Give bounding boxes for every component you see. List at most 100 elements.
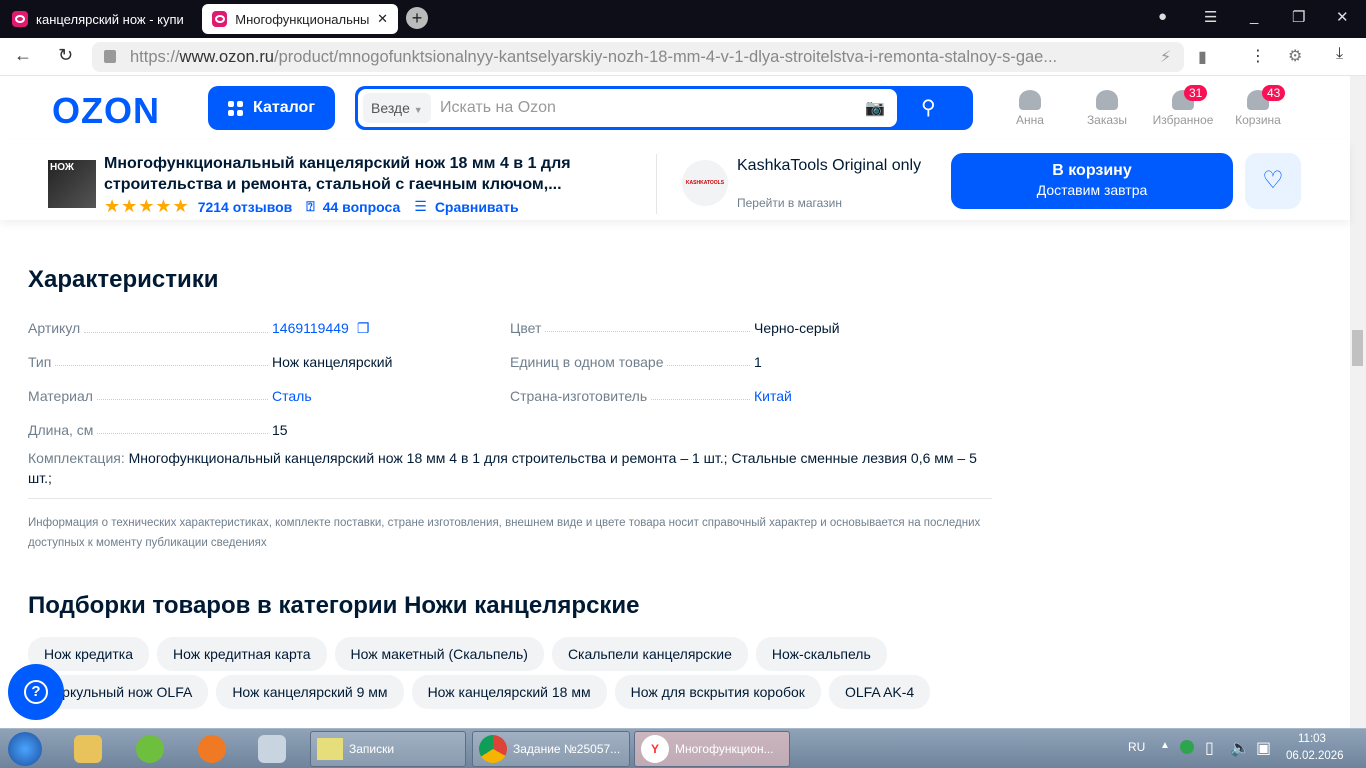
new-tab-button[interactable]: +: [406, 7, 428, 29]
extensions-icon[interactable]: ⚙: [1288, 46, 1302, 66]
spec-row: Страна-изготовитель Китай: [510, 388, 992, 404]
collection-chip[interactable]: Нож кредитная карта: [157, 637, 327, 671]
collection-chip[interactable]: Скальпели канцелярские: [551, 637, 748, 671]
spec-row: Тип Нож канцелярский: [28, 354, 510, 370]
collection-chip[interactable]: Нож канцелярский 9 мм: [216, 675, 404, 709]
spec-row: Длина, см 15: [28, 422, 510, 438]
collection-chip[interactable]: Нож-скальпель: [755, 637, 887, 671]
scrollbar-thumb[interactable]: [1352, 330, 1363, 366]
product-meta: ★★★★★ 7214 отзывов ⍰ 44 вопроса ☰ Сравни…: [104, 196, 519, 217]
network-icon[interactable]: ▣: [1256, 738, 1271, 758]
ccleaner-icon[interactable]: [136, 735, 164, 763]
minimize-icon[interactable]: _: [1250, 8, 1258, 25]
bookmark-icon[interactable]: ▮: [1198, 47, 1207, 67]
cart-button-label: В корзину: [1052, 162, 1132, 179]
delivery-label: Доставим завтра: [1036, 182, 1148, 198]
kit-value: Многофункциональный канцелярский нож 18 …: [28, 450, 977, 486]
spec-value: Нож канцелярский: [272, 354, 393, 370]
url-field[interactable]: https://www.ozon.ru/product/mnogofunktsi…: [92, 42, 1184, 72]
grid-icon: [228, 100, 243, 116]
restore-icon[interactable]: ❐: [1292, 8, 1305, 26]
tray-expand-icon[interactable]: ▲: [1160, 740, 1170, 751]
scope-label: Везде: [371, 100, 410, 116]
copy-icon[interactable]: ❐: [357, 320, 370, 337]
favorite-button[interactable]: ♡: [1245, 153, 1301, 209]
search-input[interactable]: [440, 89, 840, 127]
nav-cart[interactable]: 43 Корзина: [1218, 85, 1298, 127]
kit-label: Комплектация:: [28, 450, 125, 466]
compare-link[interactable]: Сравнивать: [435, 199, 519, 215]
site-header: OZON Каталог Везде ▼ 📷 ⚲ Анна Заказы 31 И…: [0, 76, 1350, 140]
ozon-favicon-icon: [212, 11, 228, 27]
calculator-icon[interactable]: [258, 735, 286, 763]
more-icon[interactable]: ⋮: [1250, 46, 1266, 66]
disclaimer: Информация о технических характеристиках…: [28, 517, 981, 549]
spec-key: Тип: [28, 354, 272, 370]
spec-key: Длина, см: [28, 422, 272, 438]
spec-row: Материал Сталь: [28, 388, 510, 404]
question-icon: ?: [24, 680, 48, 704]
profile-icon[interactable]: ●: [1158, 8, 1167, 25]
camera-icon[interactable]: 📷: [865, 98, 885, 118]
nav-favorites[interactable]: 31 Избранное: [1143, 85, 1223, 127]
seller-name[interactable]: KashkaTools Original only: [737, 156, 937, 176]
download-icon[interactable]: ⤓: [1336, 45, 1343, 63]
catalog-label: Каталог: [253, 99, 315, 116]
collection-chip[interactable]: Нож для вскрытия коробок: [614, 675, 821, 709]
firefox-icon[interactable]: [198, 735, 226, 763]
volume-icon[interactable]: 🔈: [1230, 738, 1250, 758]
search-icon[interactable]: ⚲: [921, 95, 936, 120]
reviews-link[interactable]: 7214 отзывов: [198, 199, 293, 215]
close-tab-icon[interactable]: ✕: [377, 11, 388, 27]
seller-logo[interactable]: KASHKATOOLS: [682, 160, 728, 206]
taskbar-label: Записки: [349, 742, 395, 756]
compare-icon: ☰: [414, 198, 427, 214]
no-extension-icon[interactable]: ⚡: [1160, 47, 1171, 67]
spec-value-link[interactable]: Сталь: [272, 388, 312, 404]
rating-stars: ★★★★★: [104, 196, 190, 216]
clock-date[interactable]: 06.02.2026: [1286, 750, 1344, 762]
collection-chip[interactable]: Нож канцелярский 18 мм: [411, 675, 607, 709]
divider: [656, 154, 657, 214]
spec-value-link[interactable]: Китай: [754, 388, 792, 404]
seller-store-link[interactable]: Перейти в магазин: [737, 196, 842, 210]
menu-icon[interactable]: ☰: [1204, 8, 1217, 26]
nav-label: Корзина: [1235, 113, 1281, 127]
help-button[interactable]: ?: [8, 664, 64, 720]
product-thumbnail[interactable]: НОЖ: [48, 160, 96, 208]
start-button[interactable]: [8, 732, 42, 766]
collections-title: Подборки товаров в категории Ножи канцел…: [28, 592, 640, 619]
explorer-icon[interactable]: [74, 735, 102, 763]
back-icon[interactable]: ←: [14, 45, 32, 66]
tab-product[interactable]: Многофункциональны ✕: [202, 4, 398, 34]
add-to-cart-button[interactable]: В корзину Доставим завтра: [951, 153, 1233, 209]
taskbar-chrome[interactable]: Задание №25057...: [472, 731, 630, 767]
collection-chip[interactable]: Нож макетный (Скальпель): [334, 637, 544, 671]
url-path: /product/mnogofunktsionalnyy-kantselyars…: [274, 48, 1058, 66]
url-prefix: https://: [130, 48, 180, 66]
sticky-product-bar: НОЖ Многофункциональный канцелярский нож…: [0, 140, 1350, 220]
scrollbar[interactable]: [1350, 76, 1366, 728]
reload-icon[interactable]: ↻: [58, 45, 73, 66]
nav-orders[interactable]: Заказы: [1067, 90, 1147, 127]
spec-key: Цвет: [510, 320, 754, 336]
search-scope-dropdown[interactable]: Везде ▼: [363, 93, 431, 123]
sku-value[interactable]: 1469119449: [272, 320, 349, 337]
language-indicator[interactable]: RU: [1128, 740, 1145, 754]
questions-link[interactable]: 44 вопроса: [323, 199, 401, 215]
nav-profile[interactable]: Анна: [990, 90, 1070, 127]
spec-key: Страна-изготовитель: [510, 388, 754, 404]
taskbar: Записки Задание №25057... Y Многофункцион…: [0, 728, 1366, 768]
collection-chip[interactable]: OLFA AK-4: [828, 675, 931, 709]
taskbar-yandex[interactable]: Y Многофункцион...: [634, 731, 790, 767]
tab-title: Многофункциональны: [235, 11, 370, 27]
close-window-icon[interactable]: ✕: [1336, 8, 1349, 26]
ozon-logo[interactable]: OZON: [52, 90, 160, 132]
device-icon[interactable]: ▯: [1205, 738, 1214, 758]
taskbar-notes[interactable]: Записки: [310, 731, 466, 767]
kaspersky-icon[interactable]: [1180, 740, 1194, 754]
catalog-button[interactable]: Каталог: [208, 86, 335, 130]
spec-row: Артикул 1469119449 ❐: [28, 320, 510, 337]
clock-time[interactable]: 11:03: [1298, 733, 1326, 745]
tab-search[interactable]: канцелярский нож - купи: [2, 4, 198, 34]
